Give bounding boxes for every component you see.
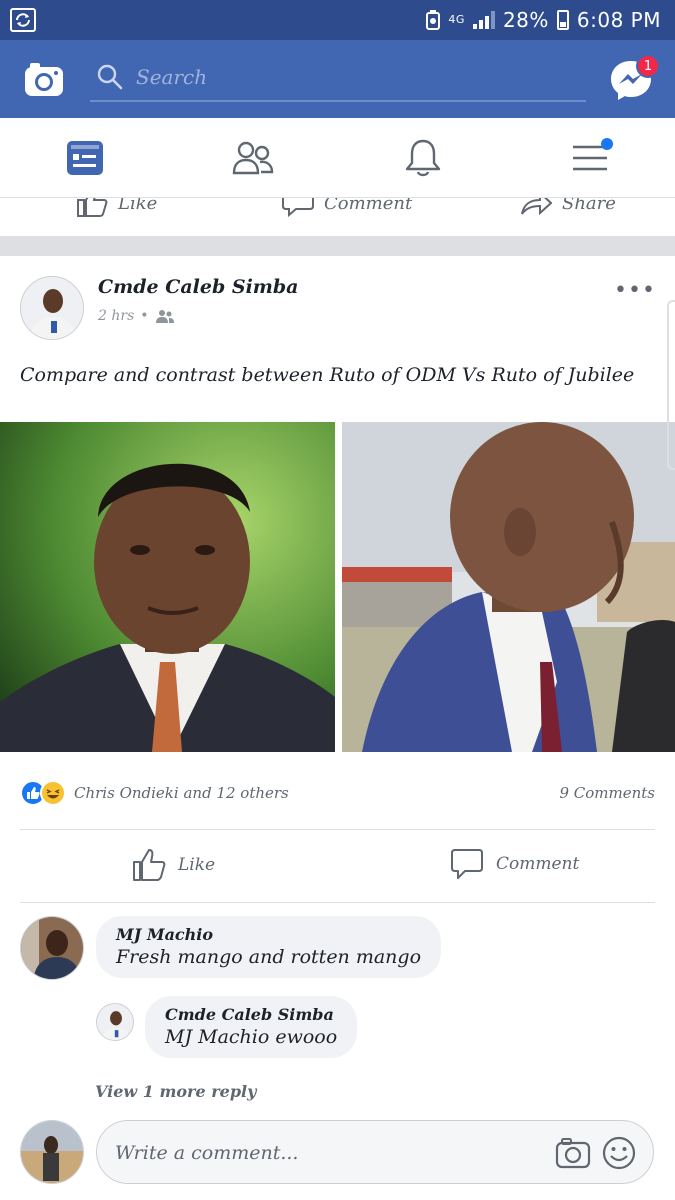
reply-bubble[interactable]: Cmde Caleb Simba MJ Machio ewooo xyxy=(145,996,358,1058)
haha-reaction-icon xyxy=(40,780,66,806)
news-feed-icon xyxy=(67,141,103,175)
search-icon xyxy=(97,64,123,90)
friends-icon xyxy=(232,141,274,175)
comment-button[interactable]: Comment xyxy=(450,848,579,880)
comment-label: Comment xyxy=(496,854,580,874)
network-type: 4G xyxy=(448,13,465,26)
search-bar[interactable]: Search xyxy=(90,54,586,102)
previous-share-button[interactable]: Share xyxy=(520,198,616,218)
view-more-replies-link[interactable]: View 1 more reply xyxy=(95,1082,256,1101)
meta-separator: • xyxy=(140,308,149,324)
reactions-text: Chris Ondieki and 12 others xyxy=(74,784,289,802)
post-photo-right[interactable] xyxy=(342,422,675,752)
comment-icon xyxy=(282,198,314,218)
tab-notifications[interactable] xyxy=(398,134,448,182)
attach-photo-button[interactable] xyxy=(555,1135,591,1171)
comment-input[interactable] xyxy=(115,1133,535,1173)
tab-news-feed[interactable] xyxy=(60,134,110,182)
status-bar: 4G 28% 6:08 PM xyxy=(0,0,675,40)
current-user-avatar-image xyxy=(21,1121,83,1183)
post-card: Cmde Caleb Simba 2 hrs • ••• Compare and… xyxy=(0,256,675,1200)
post-meta: 2 hrs • xyxy=(98,308,175,324)
previous-comment-label: Comment xyxy=(324,198,413,214)
divider xyxy=(20,829,655,830)
post-photo-left[interactable] xyxy=(0,422,335,752)
reactions-summary[interactable]: Chris Ondieki and 12 others xyxy=(20,780,289,806)
clock: 6:08 PM xyxy=(576,8,661,32)
post-author-name[interactable]: Cmde Caleb Simba xyxy=(98,276,299,298)
battery-percent: 28% xyxy=(502,8,549,32)
camera-icon xyxy=(555,1138,591,1169)
bell-icon xyxy=(405,139,441,177)
reply-author[interactable]: Cmde Caleb Simba xyxy=(165,1005,337,1024)
previous-comment-button[interactable]: Comment xyxy=(282,198,412,218)
feed-separator xyxy=(0,236,675,256)
post-options-button[interactable]: ••• xyxy=(614,278,656,303)
previous-like-button[interactable]: Like xyxy=(76,198,157,218)
like-button[interactable]: Like xyxy=(132,848,215,882)
battery-icon xyxy=(556,10,569,30)
menu-notification-dot xyxy=(601,138,613,150)
photo-man-blue-suit-outdoors xyxy=(342,422,675,752)
post-text: Compare and contrast between Ruto of ODM… xyxy=(20,364,635,386)
like-icon xyxy=(133,849,166,881)
author-avatar[interactable] xyxy=(20,276,84,340)
like-icon xyxy=(77,198,108,217)
divider xyxy=(20,902,655,903)
share-icon xyxy=(521,198,552,216)
commenter-avatar[interactable] xyxy=(20,916,84,980)
reply-avatar-image xyxy=(97,1004,133,1040)
comment-author[interactable]: MJ Machio xyxy=(116,925,421,944)
previous-like-label: Like xyxy=(118,198,158,214)
camera-icon xyxy=(25,63,63,96)
comment-bubble[interactable]: MJ Machio Fresh mango and rotten mango xyxy=(96,916,442,978)
recycle-battery-icon xyxy=(426,10,441,30)
post-time[interactable]: 2 hrs xyxy=(98,308,134,324)
commenter-avatar-image xyxy=(21,917,83,979)
sync-icon xyxy=(10,8,36,32)
smiley-icon xyxy=(602,1136,636,1170)
emoji-button[interactable] xyxy=(601,1135,637,1171)
status-indicators: 4G 28% 6:08 PM xyxy=(426,6,661,34)
search-placeholder[interactable]: Search xyxy=(136,65,207,89)
signal-icon xyxy=(472,11,495,29)
like-label: Like xyxy=(178,855,216,875)
reply-text: MJ Machio ewooo xyxy=(165,1026,338,1048)
friends-privacy-icon xyxy=(155,310,174,323)
camera-button[interactable] xyxy=(24,60,64,98)
write-comment-box[interactable] xyxy=(96,1120,654,1184)
tab-bar xyxy=(0,118,675,198)
comments-count[interactable]: 9 Comments xyxy=(559,784,655,802)
photo-man-suit-green-background xyxy=(0,422,335,752)
previous-post-actions: Like Comment Share xyxy=(0,198,675,236)
current-user-avatar xyxy=(20,1120,84,1184)
scroll-indicator[interactable] xyxy=(667,300,675,470)
reply-author-avatar[interactable] xyxy=(96,1003,134,1041)
previous-share-label: Share xyxy=(562,198,616,214)
comment-text: Fresh mango and rotten mango xyxy=(116,946,422,968)
app-bar: Search xyxy=(0,40,675,118)
comment-icon xyxy=(451,849,483,879)
tab-friends[interactable] xyxy=(228,134,278,182)
facebook-app-screen: 4G 28% 6:08 PM Search 1 Like Comment Sha… xyxy=(0,0,675,1200)
messenger-badge: 1 xyxy=(636,54,660,78)
author-avatar-image xyxy=(21,277,83,339)
